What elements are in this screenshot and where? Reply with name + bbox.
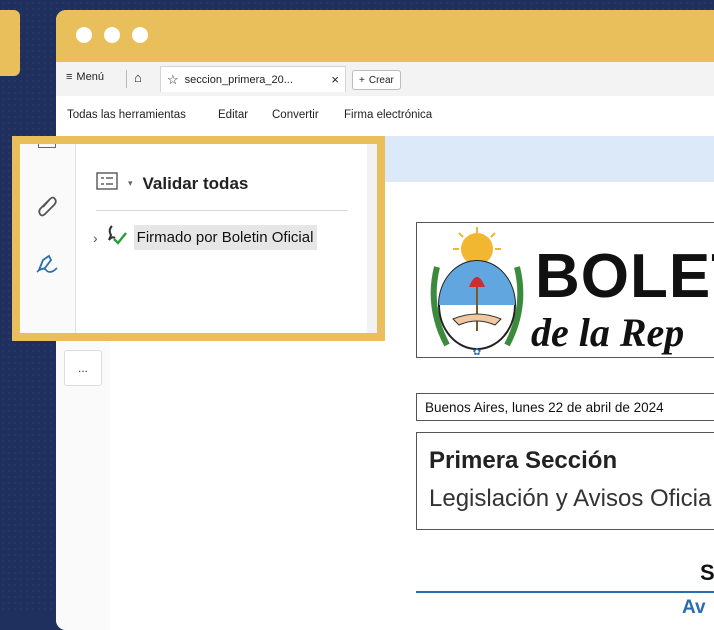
edit-menu[interactable]: Editar <box>218 109 248 121</box>
plus-icon: + <box>359 74 365 86</box>
section-title: Primera Sección <box>429 447 618 474</box>
tools-toolbar: Todas las herramientas Editar Convertir … <box>56 96 714 136</box>
window-control-dot[interactable] <box>132 27 148 43</box>
section-subtitle: Legislación y Avisos Oficia <box>429 485 712 512</box>
create-button[interactable]: + Crear <box>352 70 401 90</box>
menu-label: Menú <box>76 71 104 83</box>
document-tab[interactable]: ☆ seccion_primera_20... × <box>160 66 346 92</box>
masthead-title: BOLET <box>535 242 714 311</box>
window-control-dot[interactable] <box>104 27 120 43</box>
partial-heading: S <box>700 560 714 585</box>
all-tools-menu[interactable]: Todas las herramientas <box>67 109 186 121</box>
document-tab-name: seccion_primera_20... <box>184 73 293 86</box>
tab-bar: ≡ Menú ⌂ ☆ seccion_primera_20... × + Cre… <box>56 62 714 97</box>
window-titlebar <box>56 10 714 62</box>
blue-divider <box>416 591 714 593</box>
svg-text:✿: ✿ <box>473 347 481 357</box>
background-window-edge <box>0 10 20 76</box>
document-page: ✿ BOLET de la Rep Buenos Aires, lunes 22… <box>360 182 714 630</box>
national-emblem-icon: ✿ <box>430 227 524 357</box>
partial-link[interactable]: Av <box>682 597 706 619</box>
close-icon[interactable]: × <box>331 72 339 87</box>
masthead-subtitle: de la Rep <box>531 310 685 355</box>
create-label: Crear <box>368 74 394 86</box>
esign-menu[interactable]: Firma electrónica <box>344 109 432 121</box>
more-label: ... <box>77 361 88 375</box>
highlight-frame <box>12 136 385 341</box>
divider <box>126 70 127 88</box>
more-options-button[interactable]: ... <box>64 350 102 386</box>
menu-button[interactable]: ≡ Menú <box>66 71 104 83</box>
window-control-dot[interactable] <box>76 27 92 43</box>
document-date: Buenos Aires, lunes 22 de abril de 2024 <box>416 393 714 421</box>
document-masthead: ✿ BOLET de la Rep <box>416 222 714 358</box>
star-icon[interactable]: ☆ <box>167 72 179 88</box>
convert-menu[interactable]: Convertir <box>272 109 319 121</box>
home-icon[interactable]: ⌂ <box>134 70 142 85</box>
hamburger-menu-icon: ≡ <box>66 71 73 83</box>
section-box: Primera Sección Legislación y Avisos Ofi… <box>416 432 714 530</box>
